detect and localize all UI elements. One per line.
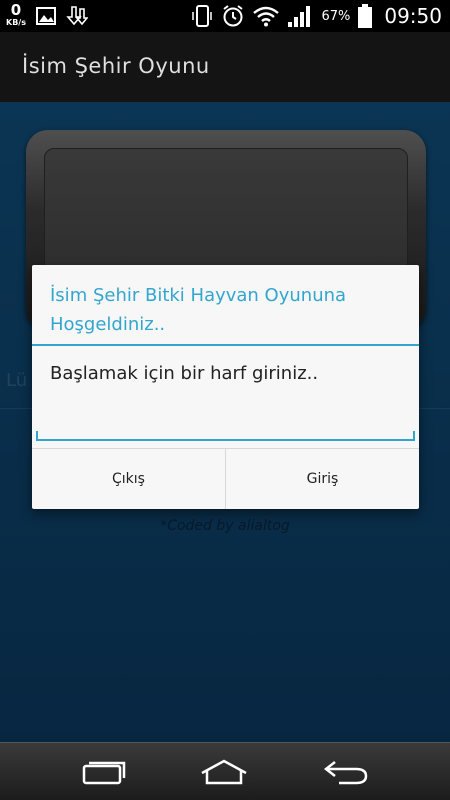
vibrate-icon: [192, 5, 213, 27]
status-right-group: 67% 09:50: [191, 4, 442, 28]
status-bar: 0 KB/s 67% 09:50: [0, 0, 450, 32]
app-title: İsim Şehir Oyunu: [22, 54, 210, 78]
home-icon: [201, 759, 247, 785]
dialog-title-divider: [32, 344, 419, 346]
network-speed-unit: KB/s: [6, 18, 26, 27]
network-speed: 0 KB/s: [6, 3, 26, 27]
input-underline-right-tick: [413, 431, 415, 441]
recent-apps-icon: [82, 761, 126, 785]
image-icon: [35, 7, 56, 25]
back-icon: [323, 761, 368, 785]
app-bar: İsim Şehir Oyunu: [0, 32, 450, 102]
status-left-group: 0 KB/s: [6, 3, 88, 27]
download-icon: [66, 6, 88, 26]
navigation-bar: [0, 742, 450, 800]
battery-percent: 67%: [321, 8, 351, 24]
exit-button[interactable]: Çıkış: [32, 449, 225, 509]
input-underline-left-tick: [36, 431, 38, 441]
enter-button[interactable]: Giriş: [226, 449, 419, 509]
dialog-button-bar: Çıkış Giriş: [32, 448, 419, 509]
home-button[interactable]: [199, 755, 249, 789]
recent-apps-button[interactable]: [79, 755, 129, 789]
back-button[interactable]: [321, 755, 371, 789]
signal-icon: [288, 6, 311, 27]
dialog-title: İsim Şehir Bitki Hayvan Oyununa Hoşgeldi…: [50, 285, 347, 335]
dialog-message: Başlamak için bir harf giriniz..: [50, 363, 319, 384]
clock: 09:50: [384, 4, 442, 28]
wifi-icon: [253, 6, 280, 27]
welcome-dialog: İsim Şehir Bitki Hayvan Oyununa Hoşgeldi…: [32, 265, 419, 509]
battery-icon: [358, 4, 373, 28]
letter-input[interactable]: [36, 395, 415, 441]
alarm-icon: [223, 5, 244, 27]
network-speed-value: 0: [10, 1, 22, 19]
